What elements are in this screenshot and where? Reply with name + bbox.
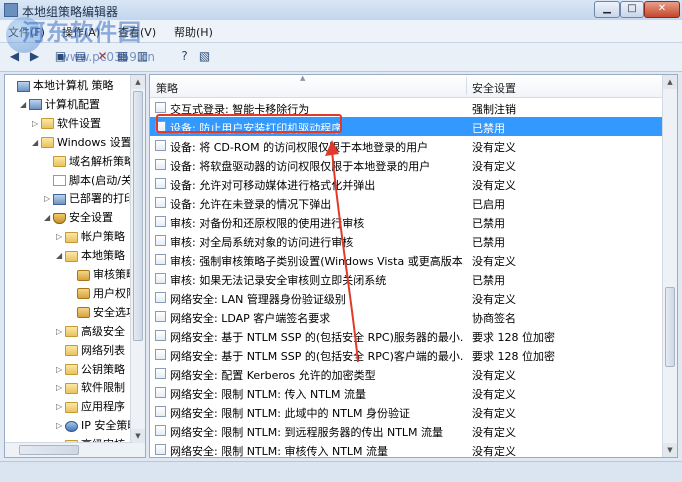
- annotation-arrow-icon: [325, 140, 359, 363]
- status-bar: [0, 461, 682, 482]
